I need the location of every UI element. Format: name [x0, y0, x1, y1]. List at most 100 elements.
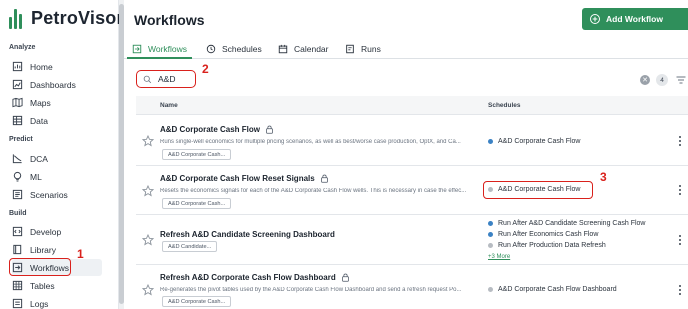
table-row[interactable]: A&D Corporate Cash Flow Runs single-well…: [136, 116, 688, 166]
section-build: Build: [9, 210, 27, 217]
sidebar-item-label: DCA: [30, 153, 48, 164]
search-value: A&D: [158, 74, 176, 84]
status-dot: [488, 243, 493, 248]
tab-workflows[interactable]: Workflows: [132, 41, 187, 57]
table-row[interactable]: Refresh A&D Candidate Screening Dashboar…: [136, 215, 688, 265]
annotation-box-schedule: [483, 181, 593, 199]
table-row[interactable]: Refresh A&D Corporate Cash Flow Dashboar…: [136, 265, 688, 309]
sidebar-item-maps[interactable]: Maps: [12, 94, 102, 111]
workflow-name-text: Refresh A&D Candidate Screening Dashboar…: [160, 230, 335, 239]
lightbulb-icon: [12, 171, 23, 182]
tab-schedules[interactable]: Schedules: [206, 41, 262, 57]
clock-icon: [206, 44, 216, 54]
sidebar-item-dashboards[interactable]: Dashboards: [12, 76, 102, 93]
scenarios-icon: [12, 189, 23, 200]
sidebar-item-label: Dashboards: [30, 79, 76, 90]
sidebar-item-tables[interactable]: Tables: [12, 277, 102, 294]
star-icon[interactable]: [142, 284, 154, 296]
search-input[interactable]: A&D: [136, 70, 196, 88]
plus-circle-icon: +: [590, 14, 600, 24]
sidebar-item-label: Scenarios: [30, 189, 68, 200]
workflow-name[interactable]: Refresh A&D Candidate Screening Dashboar…: [160, 230, 335, 239]
star-icon[interactable]: [142, 234, 154, 246]
more-schedules-link[interactable]: +3 More: [488, 254, 510, 260]
sidebar-item-dca[interactable]: DCA: [12, 150, 102, 167]
sidebar-item-scenarios[interactable]: Scenarios: [12, 186, 102, 203]
schedule-item[interactable]: Run After Economics Cash Flow: [488, 231, 598, 238]
search-icon: [143, 75, 152, 83]
tab-label: Schedules: [222, 44, 262, 54]
workflow-name[interactable]: A&D Corporate Cash Flow Reset Signals: [160, 174, 329, 183]
section-analyze: Analyze: [9, 44, 36, 51]
workflow-name[interactable]: A&D Corporate Cash Flow: [160, 125, 274, 134]
schedule-item[interactable]: Run After A&D Candidate Screening Cash F…: [488, 220, 645, 227]
column-header-schedules[interactable]: Schedules: [488, 102, 521, 109]
tab-label: Runs: [361, 44, 381, 54]
star-icon[interactable]: [142, 135, 154, 147]
workflow-name-text: A&D Corporate Cash Flow Reset Signals: [160, 174, 315, 183]
lock-icon: [320, 174, 328, 183]
map-icon: [12, 97, 23, 108]
more-options-icon[interactable]: [677, 135, 683, 147]
workflow-description: Resets the economics signals for each of…: [160, 188, 467, 194]
workflow-name[interactable]: Refresh A&D Corporate Cash Flow Dashboar…: [160, 273, 350, 282]
annotation-number-1: 1: [77, 247, 84, 261]
chart-line-icon: [12, 153, 23, 164]
app: PetroVisor Analyze Home Dashboards Maps …: [0, 0, 688, 309]
code-icon: [12, 226, 23, 237]
workflow-tag[interactable]: A&D Candidate...: [162, 241, 218, 252]
add-workflow-label: Add Workflow: [606, 14, 663, 24]
annotation-box-workflows: [9, 258, 71, 276]
clear-search-icon[interactable]: ✕: [640, 75, 650, 85]
grid-icon: [12, 280, 23, 291]
more-options-icon[interactable]: [677, 184, 683, 196]
schedule-label: Run After Production Data Refresh: [498, 242, 606, 249]
workflow-description: Runs single-well economics for multiple …: [160, 139, 461, 145]
home-icon: [12, 61, 23, 72]
sidebar-item-data[interactable]: Data: [12, 112, 102, 129]
workflow-tag[interactable]: A&D Corporate Cash...: [162, 198, 232, 209]
schedule-label: A&D Corporate Cash Flow Dashboard: [498, 286, 617, 293]
page-title: Workflows: [134, 12, 205, 28]
workflow-tab-icon: [132, 44, 142, 54]
annotation-number-2: 2: [202, 62, 209, 76]
sidebar-item-develop[interactable]: Develop: [12, 223, 102, 240]
sidebar-item-logs[interactable]: Logs: [12, 295, 102, 309]
tab-label: Calendar: [294, 44, 329, 54]
more-options-icon[interactable]: [677, 234, 683, 246]
lock-icon: [266, 125, 273, 134]
sidebar-item-label: Data: [30, 115, 48, 126]
runs-icon: [346, 44, 354, 54]
sidebar-item-ml[interactable]: ML: [12, 168, 102, 185]
schedule-label: Run After Economics Cash Flow: [498, 231, 599, 238]
status-dot: [488, 287, 493, 292]
workflow-tag[interactable]: A&D Corporate Cash...: [162, 149, 232, 160]
active-tab-indicator: [127, 57, 192, 59]
sidebar-item-label: Library: [30, 244, 56, 255]
workflow-description: Re-generates the pivot tables used by th…: [160, 287, 462, 293]
logo[interactable]: PetroVisor: [9, 8, 124, 29]
column-header-name[interactable]: Name: [160, 102, 178, 109]
workflow-tag[interactable]: A&D Corporate Cash...: [162, 296, 232, 307]
sidebar-item-library[interactable]: Library: [12, 241, 102, 258]
annotation-number-3: 3: [600, 170, 607, 184]
table-icon: [12, 115, 23, 126]
tab-calendar[interactable]: Calendar: [278, 41, 329, 57]
schedule-label: A&D Corporate Cash Flow: [498, 138, 581, 145]
result-count-badge: 4: [656, 74, 668, 86]
add-workflow-button[interactable]: + Add Workflow: [582, 8, 688, 30]
brand-name: PetroVisor: [31, 8, 124, 28]
workflow-name-text: A&D Corporate Cash Flow: [160, 125, 261, 134]
more-options-icon[interactable]: [677, 284, 683, 296]
tab-runs[interactable]: Runs: [345, 41, 381, 57]
schedule-item[interactable]: A&D Corporate Cash Flow Dashboard: [488, 286, 617, 293]
sidebar-item-label: Tables: [30, 280, 55, 291]
schedule-item[interactable]: A&D Corporate Cash Flow: [488, 138, 580, 145]
section-predict: Predict: [9, 136, 33, 143]
schedule-label: Run After A&D Candidate Screening Cash F…: [498, 220, 646, 227]
workflow-name-text: Refresh A&D Corporate Cash Flow Dashboar…: [160, 273, 336, 282]
filter-icon[interactable]: [675, 74, 687, 86]
schedule-item[interactable]: Run After Production Data Refresh: [488, 242, 606, 249]
star-icon[interactable]: [142, 185, 154, 197]
sidebar-item-home[interactable]: Home: [12, 58, 102, 75]
